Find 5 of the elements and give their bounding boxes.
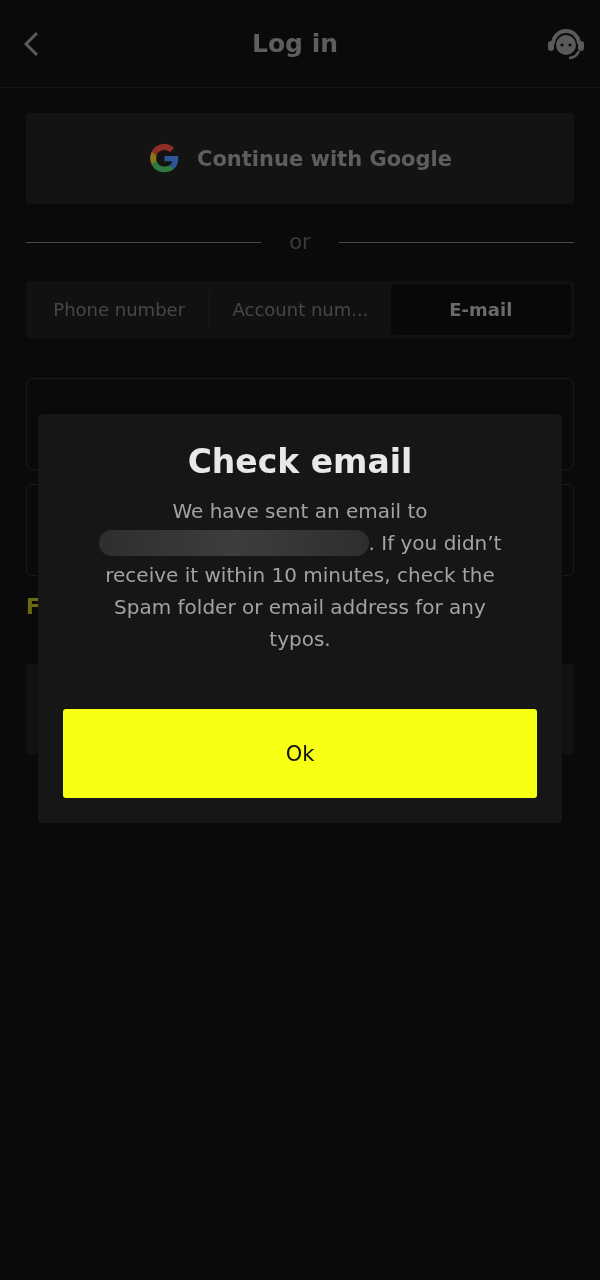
page-title: Log in	[251, 29, 339, 58]
dialog-message: receive it within 10 minutes, check the Spam folder or email address for any typos.	[104, 562, 496, 653]
dialog-title: Check email	[187, 442, 413, 481]
dialog-message: . If you didn’t	[368, 530, 502, 557]
dialog-message: We have sent an email to	[172, 498, 428, 525]
